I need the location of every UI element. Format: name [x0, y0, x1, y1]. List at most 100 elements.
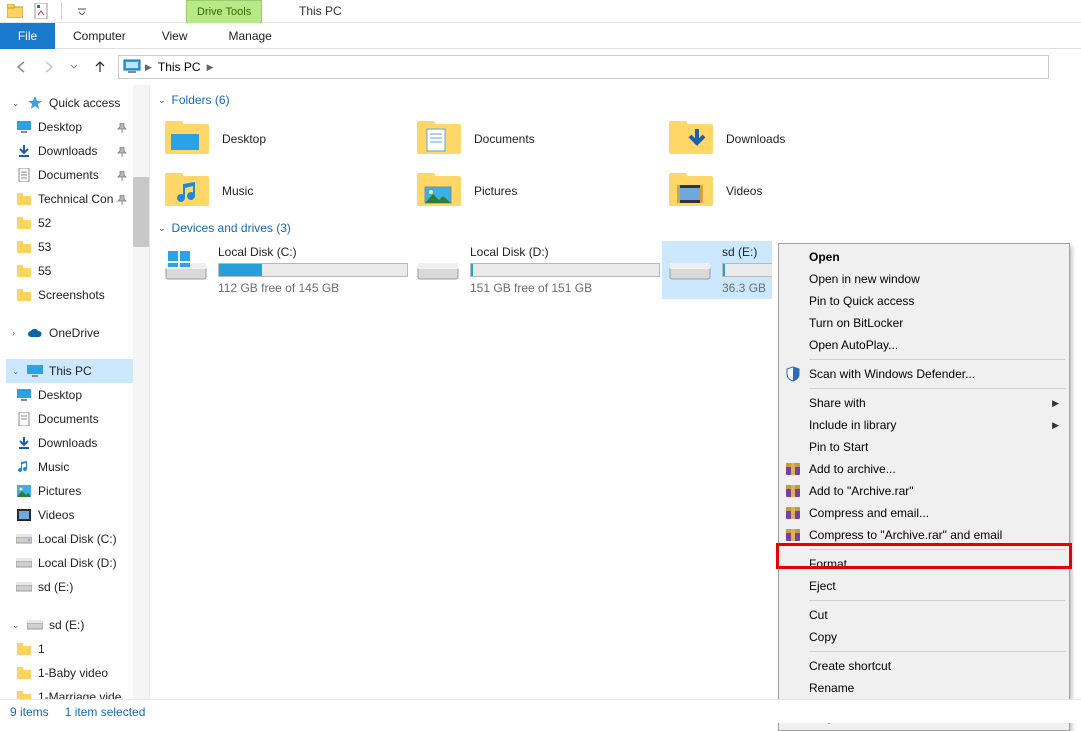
tree-item[interactable]: sd (E:) — [6, 575, 149, 599]
forward-button[interactable] — [36, 55, 60, 79]
chevron-right-icon[interactable]: ▶ — [145, 62, 152, 73]
tree-item[interactable]: Local Disk (C:) — [6, 527, 149, 551]
tree-label: Local Disk (C:) — [38, 532, 117, 546]
ctx-add-archive-rar[interactable]: Add to "Archive.rar" — [781, 480, 1067, 502]
ctx-label: Rename — [809, 681, 854, 695]
pictures-icon — [416, 172, 462, 210]
ctx-compress-email[interactable]: Compress and email... — [781, 502, 1067, 524]
ctx-eject[interactable]: Eject — [781, 575, 1067, 597]
ctx-defender[interactable]: Scan with Windows Defender... — [781, 363, 1067, 385]
ctx-add-archive[interactable]: Add to archive... — [781, 458, 1067, 480]
computer-tab[interactable]: Computer — [55, 23, 144, 49]
breadcrumb-this-pc[interactable]: This PC — [152, 56, 207, 78]
folder-pictures[interactable]: Pictures — [410, 165, 662, 217]
tree-item[interactable]: 1-Baby video — [6, 661, 149, 685]
chevron-down-icon[interactable]: ⌄ — [12, 366, 21, 377]
folder-music[interactable]: Music — [158, 165, 410, 217]
tree-item[interactable]: Documents — [6, 407, 149, 431]
tree-onedrive[interactable]: › OneDrive — [6, 321, 149, 345]
drive-d[interactable]: Local Disk (D:) 151 GB free of 151 GB — [410, 241, 662, 299]
ctx-label: Add to archive... — [809, 462, 896, 476]
this-pc-icon — [123, 59, 141, 76]
tree-53[interactable]: 53 — [6, 235, 149, 259]
chevron-down-icon[interactable]: ⌄ — [158, 95, 166, 106]
tree-technical[interactable]: Technical Con — [6, 187, 149, 211]
folder-videos[interactable]: Videos — [662, 165, 914, 217]
ctx-rename[interactable]: Rename — [781, 677, 1067, 699]
tree-sd[interactable]: ⌄ sd (E:) — [6, 613, 149, 637]
tree-item[interactable]: 1 — [6, 637, 149, 661]
status-selected-count: 1 item selected — [65, 705, 146, 719]
ctx-format[interactable]: Format... — [781, 553, 1067, 575]
drive-e[interactable]: sd (E:) 36.3 GB — [662, 241, 772, 299]
tree-label: Screenshots — [38, 288, 105, 302]
qat-dropdown-icon[interactable] — [73, 2, 91, 20]
tree-item[interactable]: Downloads — [6, 431, 149, 455]
ctx-label: Eject — [809, 579, 836, 593]
tree-desktop[interactable]: Desktop — [6, 115, 149, 139]
tree-item[interactable]: Desktop — [6, 383, 149, 407]
ctx-cut[interactable]: Cut — [781, 604, 1067, 626]
winrar-icon — [785, 527, 801, 543]
folder-desktop[interactable]: Desktop — [158, 113, 410, 165]
group-header-folders[interactable]: ⌄ Folders (6) — [158, 93, 1073, 107]
folder-downloads[interactable]: Downloads — [662, 113, 914, 165]
ctx-compress-rar-email[interactable]: Compress to "Archive.rar" and email — [781, 524, 1067, 546]
folder-icon — [16, 191, 32, 207]
ctx-label: Add to "Archive.rar" — [809, 484, 914, 498]
ctx-open[interactable]: Open — [781, 246, 1067, 268]
chevron-right-icon[interactable]: › — [12, 328, 21, 338]
recent-locations-button[interactable] — [62, 55, 86, 79]
tree: ⌄ Quick access Desktop Downloads Documen — [0, 85, 149, 699]
ctx-share-with[interactable]: Share with▶ — [781, 392, 1067, 414]
scrollbar[interactable] — [133, 85, 149, 699]
folder-icon[interactable] — [6, 2, 24, 20]
address-bar[interactable]: ▶ This PC ▶ — [118, 55, 1049, 79]
tree-item[interactable]: Videos — [6, 503, 149, 527]
drive-icon — [416, 245, 460, 283]
ctx-pin-quick-access[interactable]: Pin to Quick access — [781, 290, 1067, 312]
tree-item[interactable]: 1-Marriage vide — [6, 685, 149, 699]
ctx-label: Compress to "Archive.rar" and email — [809, 528, 1002, 542]
chevron-right-icon[interactable]: ▶ — [207, 62, 214, 73]
videos-icon — [668, 172, 714, 210]
tree-downloads[interactable]: Downloads — [6, 139, 149, 163]
pin-icon — [117, 194, 127, 204]
ctx-create-shortcut[interactable]: Create shortcut — [781, 655, 1067, 677]
ctx-copy[interactable]: Copy — [781, 626, 1067, 648]
folder-documents[interactable]: Documents — [410, 113, 662, 165]
tree-label: OneDrive — [49, 326, 100, 340]
tree-55[interactable]: 55 — [6, 259, 149, 283]
ctx-include-library[interactable]: Include in library▶ — [781, 414, 1067, 436]
tree-item[interactable]: Music — [6, 455, 149, 479]
manage-tab[interactable]: Manage — [205, 23, 294, 49]
pictures-icon — [16, 483, 32, 499]
back-button[interactable] — [10, 55, 34, 79]
ctx-bitlocker[interactable]: Turn on BitLocker — [781, 312, 1067, 334]
folders-grid: Desktop Documents Downloads Music Pictur… — [158, 113, 1073, 217]
file-tab[interactable]: File — [0, 23, 55, 49]
music-icon — [16, 459, 32, 475]
drive-c[interactable]: Local Disk (C:) 112 GB free of 145 GB — [158, 241, 410, 299]
chevron-down-icon[interactable]: ⌄ — [12, 98, 21, 109]
tree-label: 52 — [38, 216, 51, 230]
view-tab[interactable]: View — [144, 23, 206, 49]
tree-item[interactable]: Local Disk (D:) — [6, 551, 149, 575]
properties-icon[interactable] — [32, 2, 50, 20]
chevron-down-icon[interactable]: ⌄ — [12, 620, 21, 631]
group-header-drives[interactable]: ⌄ Devices and drives (3) — [158, 221, 1073, 235]
tree-item[interactable]: Pictures — [6, 479, 149, 503]
chevron-down-icon[interactable]: ⌄ — [158, 223, 166, 234]
tree-label: Local Disk (D:) — [38, 556, 117, 570]
tree-documents[interactable]: Documents — [6, 163, 149, 187]
tree-screenshots[interactable]: Screenshots — [6, 283, 149, 307]
music-icon — [164, 172, 210, 210]
ctx-pin-start[interactable]: Pin to Start — [781, 436, 1067, 458]
tree-this-pc[interactable]: ⌄ This PC — [6, 359, 149, 383]
tree-quick-access[interactable]: ⌄ Quick access — [6, 91, 149, 115]
ctx-open-new-window[interactable]: Open in new window — [781, 268, 1067, 290]
scrollbar-thumb[interactable] — [133, 177, 149, 247]
ctx-autoplay[interactable]: Open AutoPlay... — [781, 334, 1067, 356]
up-button[interactable] — [88, 55, 112, 79]
tree-52[interactable]: 52 — [6, 211, 149, 235]
